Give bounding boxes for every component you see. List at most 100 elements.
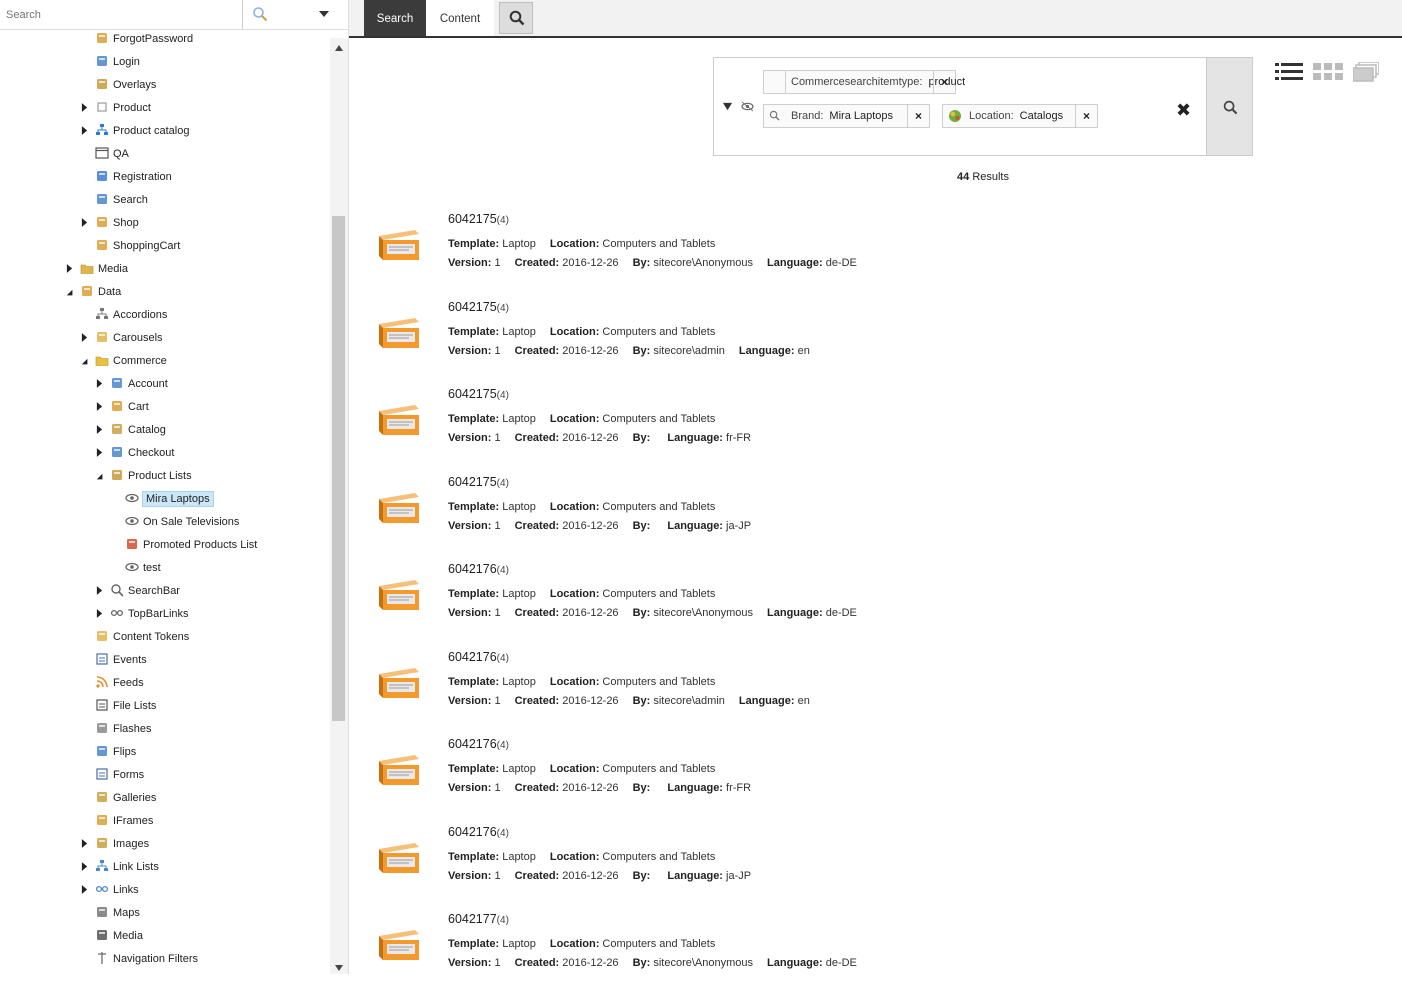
tree-node[interactable]: Product catalog [81, 121, 189, 141]
tree-node[interactable]: SearchBar [96, 581, 180, 601]
tree-node[interactable]: File Lists [81, 696, 156, 716]
result-title-text[interactable]: 6042176 [448, 650, 497, 664]
tree-node[interactable]: Flashes [81, 719, 152, 739]
chevron-down-icon[interactable] [318, 8, 330, 20]
tree-node[interactable]: Galleries [81, 788, 156, 808]
tree-node[interactable]: Promoted Products List [111, 535, 257, 555]
product-thumbnail-icon[interactable] [375, 574, 421, 614]
caret-down-icon[interactable] [722, 101, 733, 112]
tree-node[interactable]: Product [81, 98, 151, 118]
tree-node[interactable]: QA [81, 144, 129, 164]
tree-node[interactable]: Catalog [96, 420, 166, 440]
result-title[interactable]: 6042175(4) [448, 300, 509, 314]
expand-arrow-icon[interactable] [81, 213, 91, 233]
product-thumbnail-icon[interactable] [375, 749, 421, 789]
search-result-item[interactable]: 6042175(4) Template: Laptop Location: Comp… [375, 475, 1375, 555]
result-title-text[interactable]: 6042175 [448, 212, 497, 226]
remove-facet-button[interactable]: × [933, 71, 955, 93]
search-result-item[interactable]: 6042175(4) Template: Laptop Location: Comp… [375, 387, 1375, 467]
result-title[interactable]: 6042176(4) [448, 737, 509, 751]
scroll-down-arrow-icon[interactable] [333, 962, 345, 974]
stack-view-icon[interactable] [1353, 62, 1379, 82]
search-result-item[interactable]: 6042176(4) Template: Laptop Location: Comp… [375, 737, 1375, 817]
product-thumbnail-icon[interactable] [375, 224, 421, 264]
tree-node[interactable]: Images [81, 834, 149, 854]
tree-node[interactable]: Overlays [81, 75, 156, 95]
result-title-text[interactable]: 6042177 [448, 912, 497, 926]
expand-arrow-icon[interactable] [81, 98, 91, 118]
result-title-text[interactable]: 6042175 [448, 387, 497, 401]
tree-node[interactable]: Events [81, 650, 147, 670]
tree-node[interactable]: test [111, 558, 161, 578]
scroll-up-arrow-icon[interactable] [333, 42, 345, 54]
tree-node[interactable]: Content Tokens [81, 627, 189, 647]
product-thumbnail-icon[interactable] [375, 312, 421, 352]
expand-arrow-icon[interactable] [96, 397, 106, 417]
collapse-arrow-icon[interactable] [96, 466, 106, 486]
tree-node[interactable]: Navigation Filters [81, 949, 198, 969]
result-title-text[interactable]: 6042176 [448, 737, 497, 751]
expand-arrow-icon[interactable] [96, 581, 106, 601]
open-search-button[interactable] [499, 2, 533, 34]
tree-node[interactable]: Forms [81, 765, 144, 785]
result-title[interactable]: 6042176(4) [448, 825, 509, 839]
product-thumbnail-icon[interactable] [375, 924, 421, 964]
search-result-item[interactable]: 6042175(4) Template: Laptop Location: Comp… [375, 300, 1375, 380]
grid-view-icon[interactable] [1313, 62, 1343, 82]
tree-node[interactable]: Cart [96, 397, 149, 417]
tree-node[interactable]: Carousels [81, 328, 163, 348]
tree-node[interactable]: Accordions [81, 305, 167, 325]
search-icon[interactable] [252, 6, 268, 22]
tree-node[interactable]: ForgotPassword [81, 30, 193, 49]
expand-arrow-icon[interactable] [81, 328, 91, 348]
tree-node[interactable]: Links [81, 880, 139, 900]
tree-node[interactable]: Account [96, 374, 168, 394]
tree-node[interactable]: Login [81, 52, 140, 72]
result-title-text[interactable]: 6042175 [448, 300, 497, 314]
tree-node[interactable]: Link Lists [81, 857, 159, 877]
search-result-item[interactable]: 6042176(4) Template: Laptop Location: Comp… [375, 650, 1375, 730]
collapse-arrow-icon[interactable] [81, 351, 91, 371]
remove-facet-button[interactable]: × [907, 105, 929, 127]
expand-arrow-icon[interactable] [96, 374, 106, 394]
tab-search[interactable]: Search [364, 0, 426, 36]
eye-icon[interactable] [741, 101, 754, 112]
list-view-icon[interactable] [1275, 62, 1303, 82]
tree-node[interactable]: TopBarLinks [96, 604, 189, 624]
tree-node[interactable]: Product Lists [96, 466, 192, 486]
result-title[interactable]: 6042175(4) [448, 475, 509, 489]
expand-arrow-icon[interactable] [81, 857, 91, 877]
search-result-item[interactable]: 6042176(4) Template: Laptop Location: Comp… [375, 562, 1375, 642]
result-title[interactable]: 6042175(4) [448, 387, 509, 401]
result-title[interactable]: 6042175(4) [448, 212, 509, 226]
tree-node[interactable]: Registration [81, 167, 172, 187]
tree-node[interactable]: Data [66, 282, 121, 302]
search-result-item[interactable]: 6042177(4) Template: Laptop Location: Comp… [375, 912, 1375, 992]
tree-node[interactable]: IFrames [81, 811, 153, 831]
expand-arrow-icon[interactable] [96, 443, 106, 463]
expand-arrow-icon[interactable] [66, 259, 76, 279]
product-thumbnail-icon[interactable] [375, 399, 421, 439]
result-title-text[interactable]: 6042176 [448, 562, 497, 576]
expand-arrow-icon[interactable] [96, 604, 106, 624]
tree-node[interactable]: Mira Laptops [111, 489, 214, 509]
expand-arrow-icon[interactable] [96, 420, 106, 440]
expand-arrow-icon[interactable] [81, 834, 91, 854]
tree-node[interactable]: Maps [81, 903, 140, 923]
product-thumbnail-icon[interactable] [375, 487, 421, 527]
remove-facet-button[interactable]: × [1075, 105, 1097, 127]
tree-node[interactable]: ShoppingCart [81, 236, 180, 256]
search-result-item[interactable]: 6042175(4) Template: Laptop Location: Comp… [375, 212, 1375, 292]
tree-node[interactable]: Media [66, 259, 128, 279]
scrollbar-thumb[interactable] [332, 216, 345, 721]
product-thumbnail-icon[interactable] [375, 837, 421, 877]
result-title[interactable]: 6042176(4) [448, 562, 509, 576]
tree-node[interactable]: Commerce [81, 351, 167, 371]
result-title-text[interactable]: 6042176 [448, 825, 497, 839]
tab-content[interactable]: Content [426, 0, 494, 36]
result-title-text[interactable]: 6042175 [448, 475, 497, 489]
product-thumbnail-icon[interactable] [375, 662, 421, 702]
tree-node[interactable]: Checkout [96, 443, 174, 463]
run-search-button[interactable] [1206, 57, 1253, 156]
tree-node[interactable]: Shop [81, 213, 139, 233]
